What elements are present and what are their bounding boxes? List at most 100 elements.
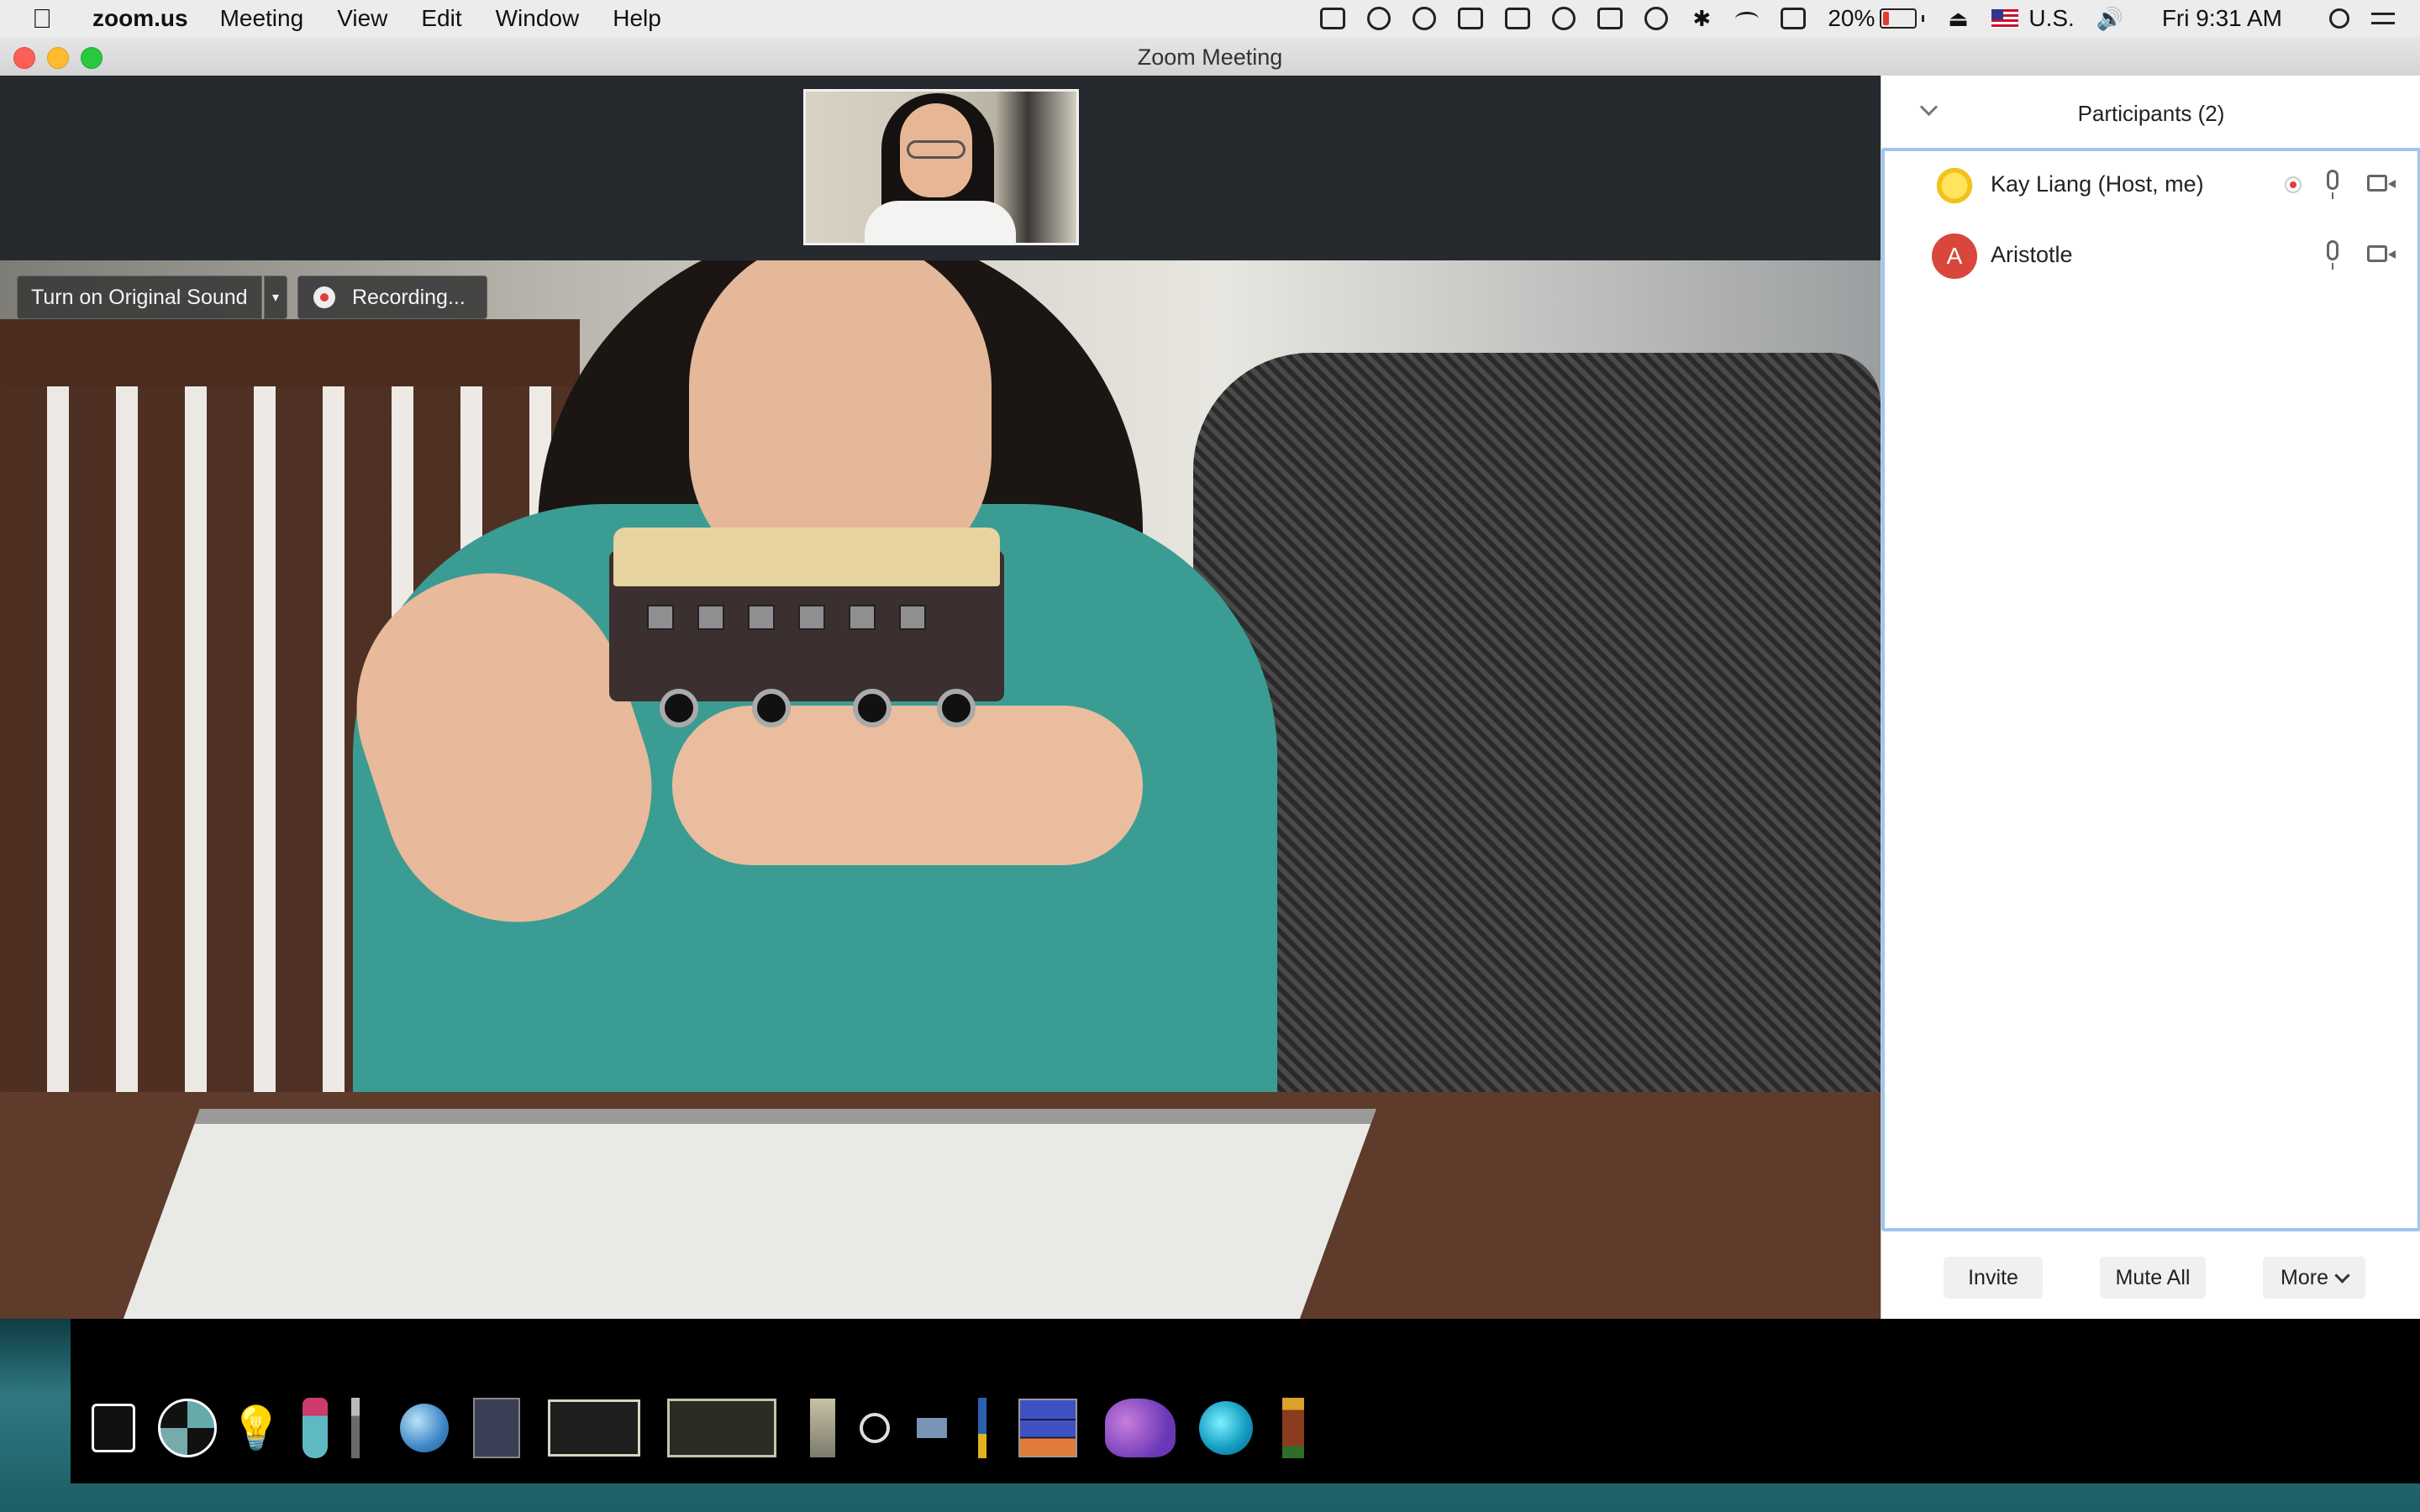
menu-edit[interactable]: Edit xyxy=(421,5,461,32)
train-window xyxy=(647,605,674,630)
original-sound-dropdown[interactable]: ▾ xyxy=(264,276,287,319)
participant-row[interactable]: A Aristotle xyxy=(1885,222,2417,291)
bluetooth-icon[interactable]: ✱ xyxy=(1690,8,1713,29)
letter-avatar: A xyxy=(1932,234,1977,279)
participants-list: Kay Liang (Host, me) A Aristotle xyxy=(1881,148,2420,1231)
wifi-icon[interactable] xyxy=(1735,11,1760,26)
invite-button[interactable]: Invite xyxy=(1944,1257,2043,1299)
window-title-bar[interactable]: Zoom Meeting xyxy=(0,37,2420,76)
dinosaur-icon[interactable] xyxy=(1102,1394,1178,1462)
participants-title: Participants (2) xyxy=(2077,101,2225,126)
color-wheel-icon[interactable] xyxy=(1413,7,1437,30)
window-stack-icon[interactable] xyxy=(1505,8,1531,29)
more-label: More xyxy=(2281,1265,2328,1289)
recording-indicator-button[interactable]: Recording... xyxy=(297,276,487,319)
volume-icon[interactable]: 🔊 xyxy=(2096,8,2123,29)
battery-nub xyxy=(1922,15,1925,22)
bottle-shape xyxy=(302,1398,328,1458)
lantern-shape xyxy=(1282,1398,1304,1458)
star-avatar-icon xyxy=(1932,163,1977,208)
stacked-books-shape xyxy=(1018,1399,1077,1457)
battery-status[interactable]: 20% xyxy=(1828,5,1925,32)
recording-label: Recording... xyxy=(352,285,466,309)
gem-wheel-icon[interactable] xyxy=(158,1394,217,1462)
active-speaker-video[interactable] xyxy=(0,260,1881,1319)
participants-footer: Invite Mute All More xyxy=(1881,1231,2420,1319)
gem-icon[interactable] xyxy=(1197,1394,1255,1462)
video-toy-train-roof xyxy=(613,528,1000,586)
paintbrush-shape xyxy=(351,1398,360,1458)
screen-share-icon[interactable] xyxy=(1597,8,1623,29)
brush-shape xyxy=(978,1398,986,1458)
train-wheel xyxy=(660,689,698,727)
menu-meeting[interactable]: Meeting xyxy=(220,5,304,32)
lantern-icon[interactable] xyxy=(1264,1394,1323,1462)
clock[interactable]: Fri 9:31 AM xyxy=(2162,5,2282,32)
participants-header: Participants (2) xyxy=(1881,76,2420,148)
meeting-video-area: Turn on Original Sound ▾ Recording... xyxy=(0,76,1881,1319)
time-machine-icon[interactable] xyxy=(1644,7,1669,30)
video-crib-rail xyxy=(0,319,580,386)
thumbnail-strip xyxy=(0,76,1881,260)
menu-window[interactable]: Window xyxy=(496,5,580,32)
input-source-label[interactable]: U.S. xyxy=(2028,5,2074,32)
participant-name: Aristotle xyxy=(1991,242,2073,267)
participants-panel: Participants (2) Kay Liang (Host, me) A … xyxy=(1881,76,2420,1319)
video-hand-right xyxy=(672,706,1143,865)
column-shape xyxy=(810,1399,835,1457)
brush-icon[interactable] xyxy=(953,1394,1012,1462)
chevron-down-icon: ▾ xyxy=(271,291,280,305)
participant-row[interactable]: Kay Liang (Host, me) xyxy=(1885,151,2417,220)
globe-shape xyxy=(400,1404,449,1452)
paintbrush-icon[interactable] xyxy=(326,1394,385,1462)
battery-fill xyxy=(1883,12,1890,25)
notification-center-icon[interactable] xyxy=(2371,13,2395,24)
do-not-disturb-icon[interactable] xyxy=(1552,7,1576,30)
screen-icon[interactable] xyxy=(1458,8,1484,29)
bulb-icon[interactable]: 💡 xyxy=(227,1394,286,1462)
original-sound-label: Turn on Original Sound xyxy=(31,285,248,309)
chalkboard-wide-shape xyxy=(667,1399,776,1457)
window-title: Zoom Meeting xyxy=(1137,45,1283,70)
microphone-icon[interactable] xyxy=(2327,240,2338,270)
battery-icon xyxy=(1880,8,1918,29)
zoom-status-icon[interactable] xyxy=(1320,8,1346,29)
apple-menu-icon[interactable]:  xyxy=(32,3,69,34)
video-camera-icon[interactable] xyxy=(2367,245,2396,262)
original-sound-button[interactable]: Turn on Original Sound xyxy=(17,276,262,319)
microphone-icon[interactable] xyxy=(2327,170,2338,199)
menu-help[interactable]: Help xyxy=(613,5,661,32)
eject-icon[interactable]: ⏏ xyxy=(1946,8,1970,29)
globe-icon[interactable] xyxy=(395,1394,454,1462)
chevron-down-icon xyxy=(2334,1267,2350,1284)
airplay-icon[interactable] xyxy=(1781,8,1807,29)
mute-all-button[interactable]: Mute All xyxy=(2100,1257,2206,1299)
video-whiteboard xyxy=(103,1109,1376,1319)
video-camera-icon[interactable] xyxy=(2367,175,2396,192)
self-video-thumbnail[interactable] xyxy=(803,89,1079,245)
card-shape xyxy=(473,1398,520,1458)
stacked-books-icon[interactable] xyxy=(1018,1394,1077,1462)
menu-view[interactable]: View xyxy=(337,5,387,32)
train-window xyxy=(748,605,775,630)
dice-shape xyxy=(92,1404,135,1452)
us-flag-icon xyxy=(1991,9,2019,28)
dice-icon[interactable] xyxy=(84,1394,143,1462)
card-icon[interactable] xyxy=(467,1394,526,1462)
chalkboard-wide-icon[interactable] xyxy=(667,1394,776,1462)
gem-shape xyxy=(1199,1401,1253,1455)
participant-name: Kay Liang (Host, me) xyxy=(1991,171,2204,197)
chalkboard-icon[interactable] xyxy=(548,1394,640,1462)
train-window xyxy=(697,605,724,630)
menu-app-name[interactable]: zoom.us xyxy=(92,5,188,32)
creative-cloud-icon[interactable] xyxy=(1367,7,1392,30)
more-button[interactable]: More xyxy=(2263,1257,2365,1299)
gem-wheel-shape xyxy=(158,1399,217,1457)
chalkboard-shape xyxy=(548,1399,640,1457)
train-window xyxy=(798,605,825,630)
column-icon[interactable] xyxy=(793,1394,852,1462)
magnifier-icon[interactable] xyxy=(845,1394,904,1462)
thumb-glasses xyxy=(907,140,965,159)
train-wheel xyxy=(853,689,892,727)
spotlight-search-icon[interactable] xyxy=(2329,8,2349,29)
